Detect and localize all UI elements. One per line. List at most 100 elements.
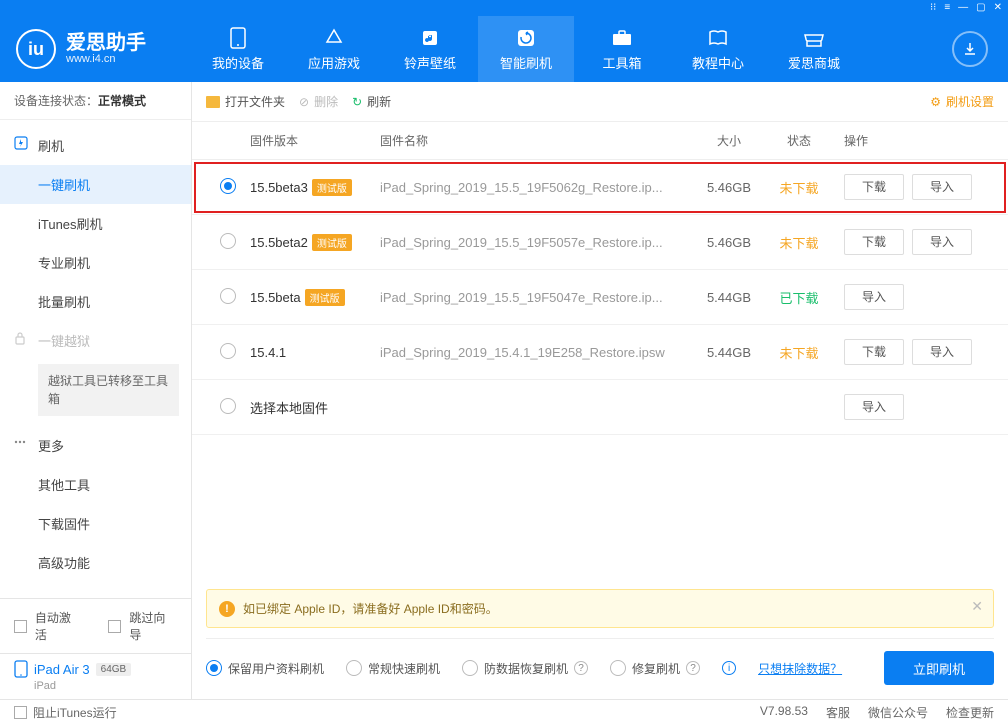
download-button[interactable]: 下载 — [844, 174, 904, 200]
beta-tag: 测试版 — [312, 234, 352, 251]
th-status: 状态 — [764, 132, 834, 149]
book-icon — [707, 27, 729, 49]
nav-store[interactable]: 爱思商城 — [766, 16, 862, 82]
app-header: iu 爱思助手 www.i4.cn 我的设备 应用游戏 铃声壁纸 智能刷机 工具… — [0, 16, 1008, 82]
delete-icon: ⊘ — [299, 95, 309, 109]
store-icon — [803, 27, 825, 49]
sidebar-group-more[interactable]: 更多 — [0, 426, 191, 465]
maximize-icon[interactable]: ▢ — [976, 2, 985, 13]
sidebar-item-pro[interactable]: 专业刷机 — [0, 243, 191, 282]
opt-keep-data[interactable]: 保留用户资料刷机 — [206, 660, 324, 677]
erase-data-link[interactable]: 只想抹除数据？ — [758, 660, 842, 677]
warning-banner: ! 如已绑定 Apple ID，请准备好 Apple ID和密码。 ✕ — [206, 589, 994, 628]
nav-label: 铃声壁纸 — [404, 53, 456, 72]
skip-guide-label: 跳过向导 — [129, 609, 177, 643]
firmware-status: 未下载 — [764, 178, 834, 197]
firmware-size: 5.44GB — [694, 345, 764, 360]
nav-label: 教程中心 — [692, 53, 744, 72]
titlebar-menu-icon[interactable]: ⁝⁝ — [930, 2, 936, 13]
main-nav: 我的设备 应用游戏 铃声壁纸 智能刷机 工具箱 教程中心 爱思商城 — [190, 16, 952, 82]
firmware-filename: iPad_Spring_2019_15.4.1_19E258_Restore.i… — [380, 345, 694, 360]
select-radio[interactable] — [220, 178, 236, 194]
nav-my-device[interactable]: 我的设备 — [190, 16, 286, 82]
close-warning-button[interactable]: ✕ — [971, 598, 983, 615]
firmware-row[interactable]: 15.4.1iPad_Spring_2019_15.4.1_19E258_Res… — [192, 325, 1008, 380]
block-itunes-checkbox[interactable] — [14, 706, 27, 719]
open-folder-button[interactable]: 打开文件夹 — [206, 93, 285, 110]
start-flash-button[interactable]: 立即刷机 — [884, 651, 994, 685]
sidebar-item-itunes[interactable]: iTunes刷机 — [0, 204, 191, 243]
table-header: 固件版本 固件名称 大小 状态 操作 — [192, 122, 1008, 160]
radio-icon — [206, 660, 222, 676]
minimize-icon[interactable]: — — [958, 2, 968, 13]
tablet-icon — [14, 660, 28, 678]
import-button[interactable]: 导入 — [844, 394, 904, 420]
block-itunes-label: 阻止iTunes运行 — [33, 704, 117, 721]
window-titlebar: ⁝⁝ ≡ — ▢ ✕ — [0, 0, 1008, 16]
toolbar: 打开文件夹 ⊘删除 ↻刷新 ⚙刷机设置 — [192, 82, 1008, 122]
nav-label: 我的设备 — [212, 53, 264, 72]
skip-guide-checkbox[interactable] — [108, 620, 121, 633]
import-button[interactable]: 导入 — [912, 339, 972, 365]
refresh-icon: ↻ — [352, 95, 362, 109]
flash-options: 保留用户资料刷机 常规快速刷机 防数据恢复刷机? 修复刷机? i 只想抹除数据？… — [206, 638, 994, 685]
import-button[interactable]: 导入 — [912, 229, 972, 255]
close-icon[interactable]: ✕ — [994, 2, 1002, 13]
flash-settings-button[interactable]: ⚙刷机设置 — [930, 93, 994, 110]
apps-icon — [323, 27, 345, 49]
select-radio[interactable] — [220, 288, 236, 304]
help-icon[interactable]: ? — [574, 661, 588, 675]
opt-antidata[interactable]: 防数据恢复刷机? — [462, 660, 588, 677]
logo-icon: iu — [16, 29, 56, 69]
import-button[interactable]: 导入 — [844, 284, 904, 310]
select-radio[interactable] — [220, 233, 236, 249]
sidebar-group-jailbreak: 一键越狱 — [0, 321, 191, 360]
local-firmware-row[interactable]: 选择本地固件导入 — [192, 380, 1008, 435]
logo-area: iu 爱思助手 www.i4.cn — [0, 29, 190, 69]
select-radio[interactable] — [220, 398, 236, 414]
nav-ringtones[interactable]: 铃声壁纸 — [382, 16, 478, 82]
th-ops: 操作 — [834, 132, 994, 149]
sidebar-item-batch[interactable]: 批量刷机 — [0, 282, 191, 321]
refresh-button[interactable]: ↻刷新 — [352, 93, 391, 110]
sidebar-item-othertools[interactable]: 其他工具 — [0, 465, 191, 504]
device-storage: 64GB — [96, 663, 132, 676]
beta-tag: 测试版 — [305, 289, 345, 306]
opt-normal[interactable]: 常规快速刷机 — [346, 660, 440, 677]
nav-label: 智能刷机 — [500, 53, 552, 72]
device-row[interactable]: iPad Air 3 64GB — [0, 654, 191, 680]
firmware-row[interactable]: 15.5beta2测试版iPad_Spring_2019_15.5_19F505… — [192, 215, 1008, 270]
sidebar-group-flash[interactable]: 刷机 — [0, 126, 191, 165]
firmware-list: 15.5beta3测试版iPad_Spring_2019_15.5_19F506… — [192, 160, 1008, 435]
firmware-row[interactable]: 15.5beta3测试版iPad_Spring_2019_15.5_19F506… — [192, 160, 1008, 215]
download-manager-button[interactable] — [952, 31, 988, 67]
check-update-link[interactable]: 检查更新 — [946, 704, 994, 721]
delete-button[interactable]: ⊘删除 — [299, 93, 338, 110]
import-button[interactable]: 导入 — [912, 174, 972, 200]
nav-tutorials[interactable]: 教程中心 — [670, 16, 766, 82]
nav-toolbox[interactable]: 工具箱 — [574, 16, 670, 82]
sidebar-item-advanced[interactable]: 高级功能 — [0, 543, 191, 582]
opt-repair[interactable]: 修复刷机? — [610, 660, 700, 677]
sidebar-item-oneclick[interactable]: 一键刷机 — [0, 165, 191, 204]
nav-label: 应用游戏 — [308, 53, 360, 72]
firmware-row[interactable]: 15.5beta测试版iPad_Spring_2019_15.5_19F5047… — [192, 270, 1008, 325]
auto-activate-checkbox[interactable] — [14, 620, 27, 633]
firmware-version: 15.5beta2 — [250, 235, 308, 250]
sidebar-options-row: 自动激活 跳过向导 — [0, 599, 191, 653]
nav-flash[interactable]: 智能刷机 — [478, 16, 574, 82]
firmware-filename: iPad_Spring_2019_15.5_19F5062g_Restore.i… — [380, 180, 694, 195]
service-link[interactable]: 客服 — [826, 704, 850, 721]
version-label: V7.98.53 — [760, 704, 808, 721]
info-icon[interactable]: i — [722, 661, 736, 675]
help-icon[interactable]: ? — [686, 661, 700, 675]
select-radio[interactable] — [220, 343, 236, 359]
download-button[interactable]: 下载 — [844, 229, 904, 255]
firmware-version: 15.5beta — [250, 290, 301, 305]
titlebar-list-icon[interactable]: ≡ — [944, 2, 950, 13]
sidebar-item-downloadfw[interactable]: 下载固件 — [0, 504, 191, 543]
bottom-panel: ! 如已绑定 Apple ID，请准备好 Apple ID和密码。 ✕ 保留用户… — [192, 589, 1008, 699]
nav-apps[interactable]: 应用游戏 — [286, 16, 382, 82]
wechat-link[interactable]: 微信公众号 — [868, 704, 928, 721]
download-button[interactable]: 下载 — [844, 339, 904, 365]
